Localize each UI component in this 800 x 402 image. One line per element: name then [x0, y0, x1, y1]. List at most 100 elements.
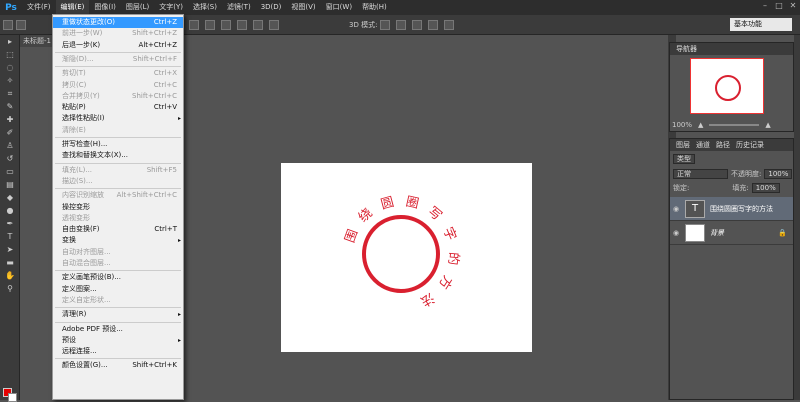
edit-menu-item[interactable]: 描边(S)... [53, 176, 183, 187]
edit-menu-item[interactable]: 渐隐(D)... Shift+Ctrl+F [53, 54, 183, 65]
eraser-tool-icon[interactable]: ▭ [0, 165, 20, 178]
menu-item-label: 自动对齐图层... [62, 247, 111, 256]
history-brush-tool-icon[interactable]: ↺ [0, 152, 20, 165]
menu-0[interactable]: 文件(F) [22, 0, 56, 15]
tab-layers-2[interactable]: 路径 [713, 140, 733, 150]
3d-scale-icon[interactable] [444, 19, 455, 30]
stamp-tool-icon[interactable]: ♙ [0, 139, 20, 152]
layer-filter-select[interactable]: 类型 [673, 154, 695, 164]
close-button[interactable]: ✕ [788, 1, 798, 11]
edit-menu-item[interactable]: 粘贴(P) Ctrl+V [53, 102, 183, 113]
menu-8[interactable]: 视图(V) [286, 0, 320, 15]
lasso-tool-icon[interactable]: ◌ [0, 61, 20, 74]
3d-roll-icon[interactable] [396, 19, 407, 30]
menu-4[interactable]: 文字(Y) [154, 0, 188, 15]
align-center-icon[interactable] [205, 19, 215, 30]
edit-menu-item[interactable]: 定义画笔预设(B)... [53, 272, 183, 283]
tab-layers-3[interactable]: 历史记录 [733, 140, 767, 150]
zoom-in-icon[interactable]: ▲ [765, 121, 770, 129]
3d-slide-icon[interactable] [428, 19, 439, 30]
3d-pan-icon[interactable] [412, 19, 423, 30]
workspace-select[interactable]: 基本功能 [730, 18, 792, 31]
path-select-tool-icon[interactable]: ➤ [0, 243, 20, 256]
menu-item-shortcut: Ctrl+Z [153, 18, 177, 26]
blur-tool-icon[interactable]: ◆ [0, 191, 20, 204]
type-tool-icon[interactable]: T [0, 230, 20, 243]
move-tool-icon[interactable]: ▸ [0, 35, 20, 48]
marquee-tool-icon[interactable]: ⬚ [0, 48, 20, 61]
edit-menu-item[interactable]: 自由变换(F) Ctrl+T [53, 224, 183, 235]
3d-rotate-icon[interactable] [380, 19, 391, 30]
edit-menu-item[interactable]: 填充(L)... Shift+F5 [53, 165, 183, 176]
edit-menu-item[interactable]: 合并拷贝(Y) Shift+Ctrl+C [53, 91, 183, 102]
menu-item-label: 预设 [62, 335, 76, 344]
blend-mode-select[interactable]: 正常 [673, 169, 728, 179]
distribute-icon[interactable] [237, 19, 247, 30]
edit-menu-item[interactable]: 剪切(T) Ctrl+X [53, 68, 183, 79]
brush-tool-icon[interactable]: ✐ [0, 126, 20, 139]
fill-input[interactable]: 100% [751, 183, 780, 193]
menu-9[interactable]: 窗口(W) [321, 0, 357, 15]
tab-navigator[interactable]: 导航器 [673, 44, 700, 54]
dodge-tool-icon[interactable]: ● [0, 204, 20, 217]
background-color-swatch[interactable] [8, 393, 17, 402]
zoom-value[interactable]: 100% [672, 121, 692, 129]
zoom-slider[interactable] [709, 124, 760, 126]
edit-menu-item[interactable]: 内容识别缩放 Alt+Shift+Ctrl+C [53, 190, 183, 201]
edit-menu-item[interactable]: 预设 ▸ [53, 335, 183, 346]
layer-row-background[interactable]: ◉ 背景 🔒 [670, 221, 793, 245]
menu-2[interactable]: 图像(I) [89, 0, 121, 15]
shape-tool-icon[interactable]: ▬ [0, 256, 20, 269]
menu-10[interactable]: 帮助(H) [357, 0, 392, 15]
edit-menu-item[interactable]: 透视变形 [53, 213, 183, 224]
text-orientation-icon[interactable] [16, 19, 26, 30]
eyedropper-tool-icon[interactable]: ✎ [0, 100, 20, 113]
edit-menu-item[interactable]: 颜色设置(G)... Shift+Ctrl+K [53, 360, 183, 371]
healing-tool-icon[interactable]: ✚ [0, 113, 20, 126]
tool-preset-icon[interactable] [3, 19, 13, 30]
edit-menu-item[interactable]: 拷贝(C) Ctrl+C [53, 80, 183, 91]
edit-menu-item[interactable]: 自动对齐图层... [53, 247, 183, 258]
edit-menu-item[interactable]: 选择性粘贴(I) ▸ [53, 113, 183, 124]
distribute-right-icon[interactable] [269, 19, 279, 30]
gradient-tool-icon[interactable]: ▤ [0, 178, 20, 191]
zoom-tool-icon[interactable]: ⚲ [0, 282, 20, 295]
eye-icon[interactable]: ◉ [670, 205, 682, 213]
edit-menu-item[interactable]: 远程连接... [53, 346, 183, 357]
quick-select-tool-icon[interactable]: ✧ [0, 74, 20, 87]
maximize-button[interactable]: □ [774, 1, 784, 11]
menu-6[interactable]: 滤镜(T) [222, 0, 256, 15]
edit-menu-item[interactable]: 前进一步(W) Shift+Ctrl+Z [53, 28, 183, 39]
eye-icon[interactable]: ◉ [670, 229, 682, 237]
hand-tool-icon[interactable]: ✋ [0, 269, 20, 282]
edit-menu-item[interactable]: 重做状态更改(O) Ctrl+Z [53, 17, 183, 28]
distribute-center-icon[interactable] [253, 19, 263, 30]
edit-menu-item[interactable]: 清理(R) ▸ [53, 309, 183, 320]
pen-tool-icon[interactable]: ✒ [0, 217, 20, 230]
menu-3[interactable]: 图层(L) [121, 0, 154, 15]
document-canvas[interactable]: 围绕圆圈写字的方法 [281, 163, 532, 352]
align-left-icon[interactable] [189, 19, 199, 30]
menu-7[interactable]: 3D(D) [256, 0, 287, 15]
edit-menu-item[interactable]: 查找和替换文本(X)... [53, 150, 183, 161]
tab-layers-1[interactable]: 通道 [693, 140, 713, 150]
tab-layers-0[interactable]: 图层 [673, 140, 693, 150]
edit-menu-item[interactable]: 清除(E) [53, 125, 183, 136]
layer-row-text[interactable]: ◉ T 围绕圆圈写字的方法 [670, 197, 793, 221]
minimize-button[interactable]: – [760, 1, 770, 11]
edit-menu-item[interactable]: Adobe PDF 预设... [53, 324, 183, 335]
edit-menu-item[interactable]: 定义图案... [53, 284, 183, 295]
crop-tool-icon[interactable]: ⌗ [0, 87, 20, 100]
opacity-input[interactable]: 100% [764, 169, 793, 179]
edit-menu-item[interactable]: 变换 ▸ [53, 235, 183, 246]
edit-menu-item[interactable]: 拼写检查(H)... [53, 139, 183, 150]
menu-1[interactable]: 编辑(E) [55, 0, 90, 15]
edit-menu-item[interactable]: 操控变形 [53, 202, 183, 213]
navigator-thumbnail[interactable] [690, 58, 764, 114]
menu-5[interactable]: 选择(S) [188, 0, 222, 15]
edit-menu-item[interactable]: 定义自定形状... [53, 295, 183, 306]
align-right-icon[interactable] [221, 19, 231, 30]
edit-menu-item[interactable]: 后退一步(K) Alt+Ctrl+Z [53, 40, 183, 51]
zoom-out-icon[interactable]: ▲ [698, 121, 703, 129]
edit-menu-item[interactable]: 自动混合图层... [53, 258, 183, 269]
